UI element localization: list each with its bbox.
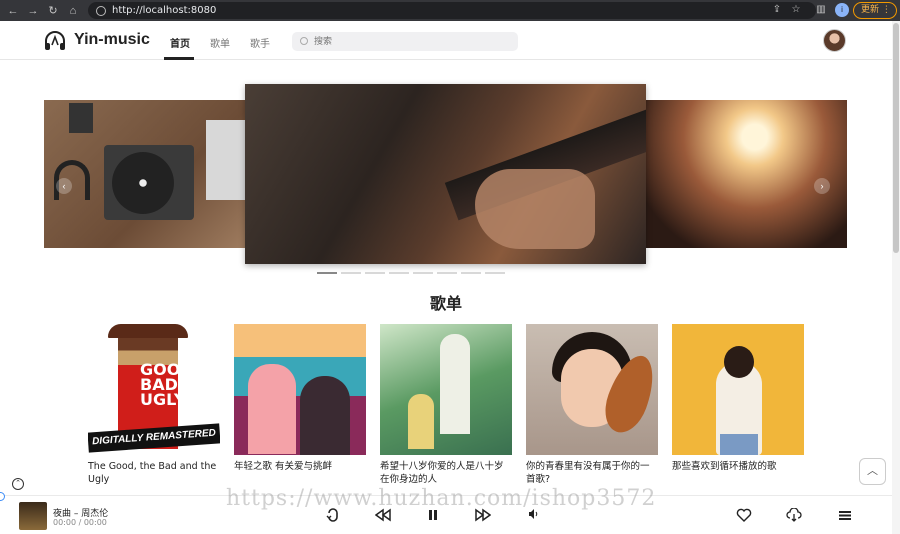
- carousel-indicators: [317, 272, 509, 274]
- browser-profile-avatar[interactable]: i: [835, 3, 849, 17]
- home-icon[interactable]: ⌂: [66, 4, 80, 18]
- tab-home[interactable]: 首页: [170, 35, 190, 50]
- reload-icon[interactable]: ↻: [46, 4, 60, 18]
- bookmark-star-icon[interactable]: ☆: [790, 4, 802, 16]
- playlist-cover[interactable]: GOOD BAD UGLY DIGITALLY REMASTERED: [88, 324, 220, 455]
- carousel-slide-guitar[interactable]: [245, 84, 646, 264]
- cover-figure: [300, 376, 350, 455]
- update-label: 更新: [861, 5, 880, 15]
- back-arrow-icon[interactable]: ←: [6, 4, 20, 18]
- playlist-card[interactable]: 年轻之歌 有关爱与挑衅: [234, 324, 366, 473]
- laptop-image: [206, 120, 249, 200]
- hand-image: [475, 169, 595, 249]
- cover-figure: [724, 346, 754, 378]
- carousel-dot[interactable]: [317, 272, 337, 274]
- chevron-up-icon: ︿: [867, 465, 878, 477]
- browser-update-button[interactable]: 更新 ⋮: [853, 2, 897, 19]
- speaker-image: [69, 103, 93, 133]
- section-title-playlists: 歌单: [429, 294, 462, 313]
- search-box[interactable]: [292, 32, 518, 51]
- carousel-slide-turntable[interactable]: ‹: [44, 100, 249, 248]
- cover-figure: [248, 364, 296, 454]
- cover-text: GOOD BAD UGLY: [140, 360, 194, 409]
- cover-hat: [108, 324, 188, 338]
- watermark-text: https://www.huzhan.com/ishop3572: [226, 486, 657, 511]
- playlist-cover[interactable]: [234, 324, 366, 455]
- info-icon[interactable]: [96, 5, 106, 16]
- back-to-top-button[interactable]: ︿: [859, 458, 886, 485]
- tab-singers[interactable]: 歌手: [250, 35, 270, 50]
- song-time: 00:00 / 00:00: [53, 518, 107, 527]
- banner-carousel: ‹ ›: [44, 84, 847, 266]
- carousel-dot[interactable]: [365, 272, 385, 274]
- address-bar[interactable]: http://localhost:8080: [88, 2, 816, 19]
- collapse-player-icon[interactable]: ⌃: [12, 478, 24, 490]
- playlist-cover[interactable]: [380, 324, 512, 455]
- carousel-dot[interactable]: [461, 272, 481, 274]
- playlist-cover[interactable]: [672, 324, 804, 455]
- playlist-card[interactable]: 希望十八岁你爱的人是八十岁在你身边的人: [380, 324, 512, 486]
- carousel-dot[interactable]: [437, 272, 457, 274]
- download-icon[interactable]: [786, 507, 802, 524]
- playlist-card[interactable]: 那些喜欢到循环播放的歌: [672, 324, 804, 473]
- playlist-menu-icon[interactable]: [838, 508, 852, 524]
- tab-playlists[interactable]: 歌单: [210, 35, 230, 50]
- share-icon[interactable]: ⇪: [771, 4, 783, 16]
- carousel-dot[interactable]: [485, 272, 505, 274]
- carousel-next-icon[interactable]: ›: [814, 178, 830, 194]
- site-header: Yin-music 首页 歌单 歌手: [0, 21, 892, 60]
- vinyl-record-image: [112, 152, 174, 214]
- carousel-dot[interactable]: [413, 272, 433, 274]
- heart-icon[interactable]: [736, 508, 752, 524]
- carousel-prev-icon[interactable]: ‹: [56, 178, 72, 194]
- sidebar-toggle-icon[interactable]: ▥: [815, 4, 827, 16]
- playlist-title[interactable]: The Good, the Bad and the Ugly: [88, 460, 220, 486]
- playlist-title[interactable]: 年轻之歌 有关爱与挑衅: [234, 460, 366, 473]
- playlist-cover[interactable]: [526, 324, 658, 455]
- playlist-title[interactable]: 那些喜欢到循环播放的歌: [672, 460, 804, 473]
- logo-text[interactable]: Yin-music: [74, 31, 150, 49]
- user-avatar[interactable]: [823, 29, 846, 52]
- scrollbar-thumb[interactable]: [893, 23, 899, 253]
- cover-figure: [720, 434, 758, 455]
- song-cover[interactable]: [19, 502, 47, 530]
- search-icon: [300, 37, 308, 45]
- headphones-logo-icon[interactable]: [44, 31, 66, 51]
- playlist-title[interactable]: 你的青春里有没有属于你的一首歌?: [526, 460, 658, 486]
- playlist-card[interactable]: GOOD BAD UGLY DIGITALLY REMASTERED The G…: [88, 324, 220, 486]
- search-input[interactable]: [314, 34, 509, 49]
- cover-figure: [440, 334, 470, 434]
- playlist-card[interactable]: 你的青春里有没有属于你的一首歌?: [526, 324, 658, 486]
- page-scrollbar[interactable]: [892, 21, 900, 534]
- url-text: http://localhost:8080: [112, 5, 217, 16]
- forward-arrow-icon[interactable]: →: [26, 4, 40, 18]
- playlist-title[interactable]: 希望十八岁你爱的人是八十岁在你身边的人: [380, 460, 512, 486]
- active-tab-indicator: [164, 57, 194, 60]
- cover-figure: [408, 394, 434, 449]
- carousel-slide-concert[interactable]: ›: [642, 100, 847, 248]
- carousel-dot[interactable]: [341, 272, 361, 274]
- carousel-dot[interactable]: [389, 272, 409, 274]
